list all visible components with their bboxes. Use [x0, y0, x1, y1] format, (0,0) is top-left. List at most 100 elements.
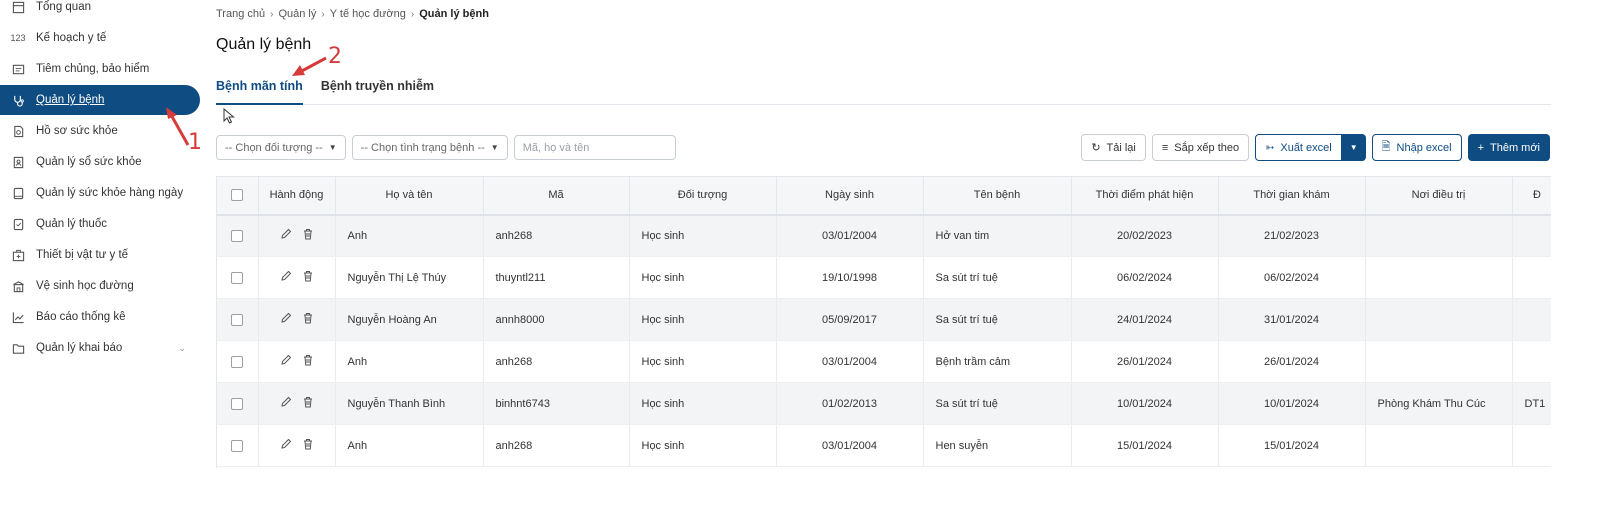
- import-button-label: Nhập excel: [1396, 141, 1452, 154]
- cell-exam: 26/01/2024: [1218, 340, 1366, 383]
- cell-place: [1365, 424, 1513, 467]
- edit-pencil-icon[interactable]: [280, 228, 292, 243]
- delete-trash-icon[interactable]: [302, 438, 314, 453]
- sidebar-item-suc-khoe-hang-ngay[interactable]: Quản lý sức khỏe hàng ngày: [0, 178, 200, 208]
- breadcrumb-item[interactable]: Y tế học đường: [330, 8, 406, 20]
- select-all-checkbox[interactable]: [231, 189, 244, 202]
- cell-code: anh268: [483, 424, 630, 467]
- breadcrumb-item[interactable]: Quản lý: [278, 8, 316, 20]
- export-dropdown-toggle[interactable]: ▼: [1341, 134, 1366, 161]
- sidebar-item-label: Vệ sinh học đường: [36, 280, 134, 292]
- sidebar-item-bao-cao-thong-ke[interactable]: Báo cáo thống kê: [0, 302, 200, 332]
- column-header[interactable]: Thời gian khám: [1218, 176, 1366, 216]
- cell-detected: 15/01/2024: [1071, 424, 1219, 467]
- sidebar-item-tong-quan[interactable]: Tổng quan: [0, 0, 200, 22]
- row-checkbox[interactable]: [231, 313, 244, 326]
- file-import-icon: 🗎: [1381, 141, 1391, 153]
- cell-disease: Sa sút trí tuệ: [923, 298, 1072, 341]
- row-checkbox[interactable]: [231, 397, 244, 410]
- action-toolbar: ↻ Tải lại ≡ Sắp xếp theo ➳ Xuất excel ▼ …: [1081, 134, 1550, 161]
- sidebar-item-tiem-chung[interactable]: Tiêm chủng, bảo hiểm: [0, 54, 200, 84]
- contact-book-icon: [11, 155, 25, 169]
- id-card-icon: [11, 62, 25, 76]
- edit-pencil-icon[interactable]: [280, 438, 292, 453]
- line-chart-icon: [11, 310, 25, 324]
- edit-pencil-icon[interactable]: [280, 354, 292, 369]
- table-row[interactable]: Nguyễn Thanh Bình binhnt6743 Học sinh 01/02…: [217, 382, 1551, 425]
- row-checkbox-cell[interactable]: [217, 424, 259, 467]
- cell-detected: 26/01/2024: [1071, 340, 1219, 383]
- cell-dob: 03/01/2004: [776, 340, 924, 383]
- cell-place: [1365, 340, 1513, 383]
- delete-trash-icon[interactable]: [302, 312, 314, 327]
- row-checkbox-cell[interactable]: [217, 382, 259, 425]
- sort-button-label: Sắp xếp theo: [1174, 141, 1240, 154]
- export-excel-button[interactable]: ➳ Xuất excel: [1255, 134, 1342, 161]
- export-button-label: Xuất excel: [1280, 141, 1332, 154]
- column-header[interactable]: Họ và tên: [335, 176, 484, 216]
- main-content: Trang chủ › Quản lý › Y tế học đường › Q…: [216, 0, 1600, 506]
- table-row[interactable]: Nguyễn Thị Lệ Thúy thuyntl211 Học sinh 19/1…: [217, 256, 1551, 299]
- reload-button[interactable]: ↻ Tải lại: [1081, 134, 1146, 161]
- chevron-down-icon[interactable]: ⌄: [178, 343, 186, 354]
- column-header[interactable]: Thời điểm phát hiện: [1071, 176, 1219, 216]
- cell-exam: 21/02/2023: [1218, 214, 1366, 257]
- cell-code: binhnt6743: [483, 382, 630, 425]
- delete-trash-icon[interactable]: [302, 270, 314, 285]
- cell-disease: Bệnh trầm cảm: [923, 340, 1072, 383]
- cell-extra: [1512, 424, 1551, 467]
- table-row[interactable]: Anh anh268 Học sinh 03/01/2004 Bệnh trầm cảm…: [217, 340, 1551, 383]
- sidebar-item-thiet-bi-vat-tu[interactable]: Thiết bị vật tư y tế: [0, 240, 200, 270]
- column-header[interactable]: Đ: [1512, 176, 1551, 216]
- cell-dob: 19/10/1998: [776, 256, 924, 299]
- object-select[interactable]: -- Chọn đối tượng -- ▼: [216, 135, 346, 160]
- row-checkbox[interactable]: [231, 355, 244, 368]
- delete-trash-icon[interactable]: [302, 396, 314, 411]
- cell-extra: [1512, 214, 1551, 257]
- sidebar-item-ke-hoach-y-te[interactable]: 123 Kế hoạch y tế: [0, 23, 200, 53]
- search-input[interactable]: Mã, họ và tên: [513, 135, 676, 160]
- folder-icon: [11, 341, 25, 355]
- sidebar-item-quan-ly-thuoc[interactable]: Quản lý thuốc: [0, 209, 200, 239]
- row-checkbox[interactable]: [231, 229, 244, 242]
- edit-pencil-icon[interactable]: [280, 312, 292, 327]
- import-excel-button[interactable]: 🗎 Nhập excel: [1371, 134, 1462, 161]
- sidebar-item-label: Tổng quan: [36, 1, 91, 13]
- select-all-checkbox-cell[interactable]: [217, 176, 259, 216]
- add-button-label: Thêm mới: [1490, 141, 1540, 154]
- row-checkbox[interactable]: [231, 271, 244, 284]
- annotation-label-1: 1: [188, 130, 202, 155]
- column-header[interactable]: Tên bệnh: [923, 176, 1072, 216]
- column-header[interactable]: Mã: [483, 176, 630, 216]
- cell-exam: 31/01/2024: [1218, 298, 1366, 341]
- disease-status-select[interactable]: -- Chọn tình trạng bệnh -- ▼: [351, 135, 508, 160]
- edit-pencil-icon[interactable]: [280, 270, 292, 285]
- column-header[interactable]: Đối tượng: [629, 176, 777, 216]
- table-row[interactable]: Nguyễn Hoàng An annh8000 Học sinh 05/09/201…: [217, 298, 1551, 341]
- page-title: Quản lý bệnh: [216, 36, 312, 53]
- column-header[interactable]: Ngày sinh: [776, 176, 924, 216]
- cell-dob: 03/01/2004: [776, 424, 924, 467]
- sidebar-item-ve-sinh-hoc-duong[interactable]: Vệ sinh học đường: [0, 271, 200, 301]
- cell-name: Anh: [335, 340, 484, 383]
- row-checkbox-cell[interactable]: [217, 298, 259, 341]
- cell-detected: 10/01/2024: [1071, 382, 1219, 425]
- row-checkbox-cell[interactable]: [217, 340, 259, 383]
- table-row[interactable]: Anh anh268 Học sinh 03/01/2004 Hen suyễn 15/0…: [217, 424, 1551, 467]
- cell-object: Học sinh: [629, 424, 777, 467]
- edit-pencil-icon[interactable]: [280, 396, 292, 411]
- breadcrumb-item[interactable]: Trang chủ: [216, 8, 265, 20]
- add-new-button[interactable]: + Thêm mới: [1467, 134, 1550, 161]
- chevron-right-icon: ›: [410, 8, 415, 20]
- table-row[interactable]: Anh anh268 Học sinh 03/01/2004 Hở van tim 20/…: [217, 214, 1551, 257]
- row-checkbox-cell[interactable]: [217, 214, 259, 257]
- sort-button[interactable]: ≡ Sắp xếp theo: [1151, 134, 1250, 161]
- row-checkbox[interactable]: [231, 439, 244, 452]
- column-header[interactable]: Nơi điều trị: [1365, 176, 1513, 216]
- delete-trash-icon[interactable]: [302, 354, 314, 369]
- sidebar-item-quan-ly-khai-bao[interactable]: Quản lý khai báo ⌄: [0, 333, 200, 363]
- delete-trash-icon[interactable]: [302, 228, 314, 243]
- tab-benh-truyen-nhiem[interactable]: Bệnh truyền nhiễm: [321, 76, 434, 105]
- cell-exam: 10/01/2024: [1218, 382, 1366, 425]
- row-checkbox-cell[interactable]: [217, 256, 259, 299]
